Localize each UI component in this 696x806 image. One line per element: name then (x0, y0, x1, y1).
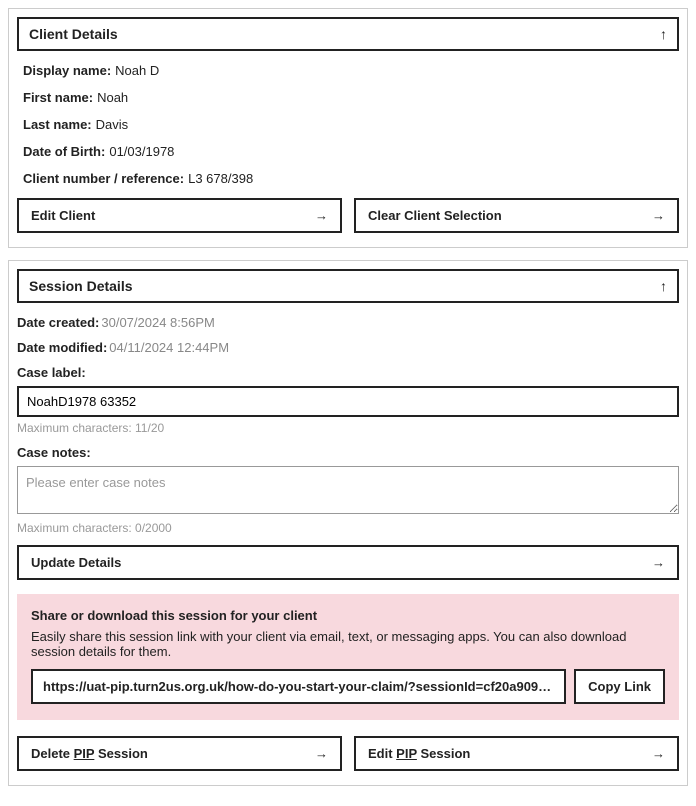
case-notes-input[interactable] (17, 466, 679, 514)
case-label-label: Case label: (17, 365, 679, 380)
case-notes-label: Case notes: (17, 445, 679, 460)
collapse-icon: ↑ (660, 26, 667, 42)
display-name-label: Display name: (23, 63, 111, 78)
date-created-label: Date created: (17, 315, 99, 330)
arrow-right-icon: → (652, 746, 665, 761)
edit-pip-session-button[interactable]: Edit PIP Session → (354, 736, 679, 771)
first-name-label: First name: (23, 90, 93, 105)
share-url-input[interactable]: https://uat-pip.turn2us.org.uk/how-do-yo… (31, 669, 566, 704)
arrow-right-icon: → (652, 208, 665, 223)
share-desc: Easily share this session link with your… (31, 629, 665, 659)
date-created-value: 30/07/2024 8:56PM (101, 315, 214, 330)
edit-pip-label: Edit PIP Session (368, 746, 470, 761)
session-details-toggle[interactable]: Session Details ↑ (17, 269, 679, 303)
arrow-right-icon: → (315, 208, 328, 223)
last-name-label: Last name: (23, 117, 92, 132)
display-name-value: Noah D (115, 63, 159, 78)
date-modified-value: 04/11/2024 12:44PM (109, 340, 229, 355)
update-details-label: Update Details (31, 555, 121, 570)
client-details-panel: Client Details ↑ Display name: Noah D Fir… (8, 8, 688, 248)
ref-value: L3 678/398 (188, 171, 253, 186)
share-box: Share or download this session for your … (17, 594, 679, 720)
copy-link-button[interactable]: Copy Link (574, 669, 665, 704)
ref-label: Client number / reference: (23, 171, 184, 186)
first-name-value: Noah (97, 90, 128, 105)
clear-client-label: Clear Client Selection (368, 208, 502, 223)
update-details-button[interactable]: Update Details → (17, 545, 679, 580)
session-details-panel: Session Details ↑ Date created:30/07/202… (8, 260, 688, 786)
edit-client-label: Edit Client (31, 208, 95, 223)
delete-pip-session-button[interactable]: Delete PIP Session → (17, 736, 342, 771)
share-title: Share or download this session for your … (31, 608, 665, 623)
case-label-hint: Maximum characters: 11/20 (17, 421, 679, 435)
clear-client-button[interactable]: Clear Client Selection → (354, 198, 679, 233)
case-label-input[interactable] (17, 386, 679, 417)
case-notes-hint: Maximum characters: 0/2000 (17, 521, 679, 535)
dob-label: Date of Birth: (23, 144, 105, 159)
arrow-right-icon: → (315, 746, 328, 761)
date-modified-label: Date modified: (17, 340, 107, 355)
last-name-value: Davis (96, 117, 129, 132)
client-details-title: Client Details (29, 26, 118, 42)
client-details-toggle[interactable]: Client Details ↑ (17, 17, 679, 51)
edit-client-button[interactable]: Edit Client → (17, 198, 342, 233)
delete-pip-label: Delete PIP Session (31, 746, 148, 761)
session-details-title: Session Details (29, 278, 133, 294)
dob-value: 01/03/1978 (109, 144, 174, 159)
arrow-right-icon: → (652, 555, 665, 570)
collapse-icon: ↑ (660, 278, 667, 294)
